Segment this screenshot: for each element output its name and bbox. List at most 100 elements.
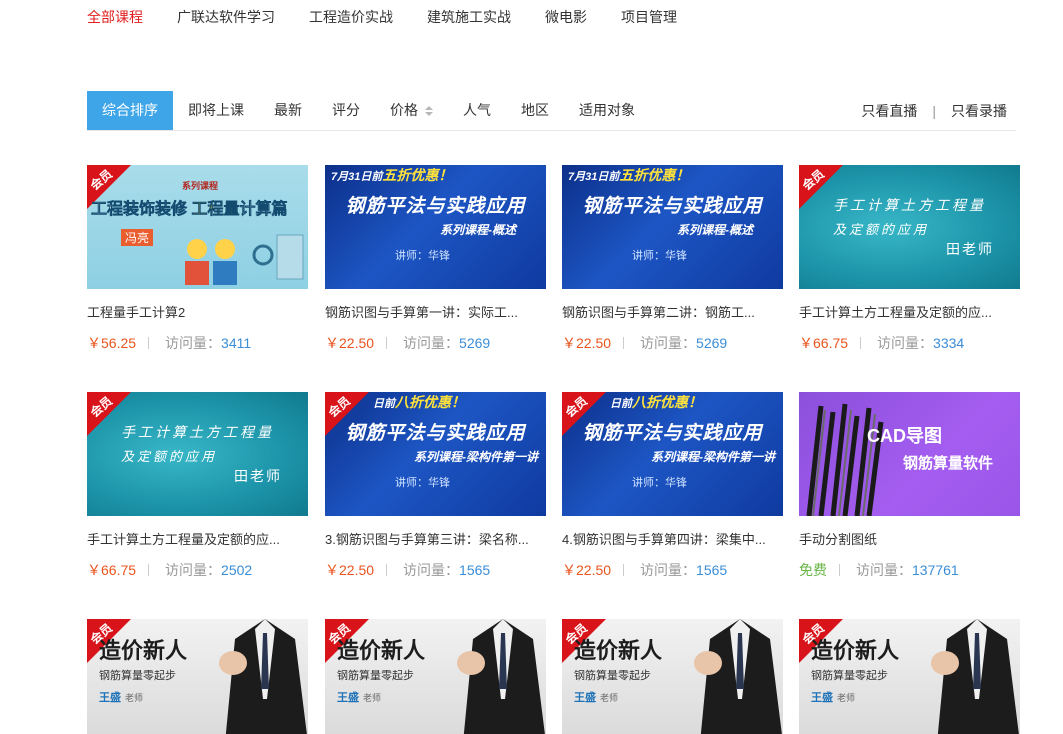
visits-label: 访问量：: [640, 562, 697, 578]
course-thumbnail[interactable]: 会员 手工计算土方工程量 及定额的应用 田老师: [87, 392, 308, 516]
course-thumbnail[interactable]: 日前八折优惠！ 会员 钢筋平法与实践应用 系列课程-梁构件第一讲 讲师：华锋: [562, 392, 783, 516]
thumb-teacher-role: 老师: [600, 693, 619, 703]
course-thumbnail[interactable]: 会员 造价新人 钢筋算量零起步 王盛 老师: [799, 619, 1020, 734]
thumb-teacher-role: 老师: [837, 693, 856, 703]
course-price: ￥66.75: [799, 335, 849, 351]
thumb-title: 钢筋平法与实践应用: [582, 196, 763, 217]
course-card[interactable]: 会员 造价新人 钢筋算量零起步 王盛 老师: [87, 619, 308, 734]
course-title[interactable]: 手工计算土方工程量及定额的应...: [87, 531, 308, 549]
course-card[interactable]: 会员 系列课程 工程装饰装修 工程量计算篇 冯亮 工程量手工计算2 ￥56.25…: [87, 165, 308, 353]
course-title[interactable]: 4.钢筋识图与手算第四讲：梁集中...: [562, 531, 783, 549]
course-thumbnail[interactable]: 会员 造价新人 钢筋算量零起步 王盛 老师: [87, 619, 308, 734]
course-thumbnail[interactable]: 日前八折优惠！ 会员 钢筋平法与实践应用 系列课程-梁构件第一讲 讲师：华锋: [325, 392, 546, 516]
sort-upcoming[interactable]: 即将上课: [173, 91, 259, 130]
course-title[interactable]: 钢筋识图与手算第二讲：钢筋工...: [562, 304, 783, 322]
divider: [148, 337, 150, 349]
thumb-subtitle: 及定额的应用: [833, 222, 930, 237]
thumb-title: 钢筋平法与实践应用: [582, 423, 763, 444]
sort-composite[interactable]: 综合排序: [87, 91, 173, 130]
course-meta: ￥66.75 访问量： 2502: [87, 560, 308, 580]
thumb-title: 手工计算土方工程量: [121, 424, 274, 440]
divider: [839, 564, 840, 576]
course-card[interactable]: 会员 造价新人 钢筋算量零起步 王盛 老师: [799, 619, 1020, 734]
course-title[interactable]: 钢筋识图与手算第一讲：实际工...: [325, 304, 546, 322]
divider: [623, 564, 625, 576]
category-all[interactable]: 全部课程: [87, 8, 143, 28]
thumb-title-part: 计算篇: [239, 201, 288, 219]
category-glodon-software[interactable]: 广联达软件学习: [177, 8, 275, 28]
filter-live-only[interactable]: 只看直播: [861, 101, 917, 121]
course-card[interactable]: 7月31日前五折优惠！ 钢筋平法与实践应用 系列课程-概述 讲师：华锋 钢筋识图…: [562, 165, 783, 353]
promo-date: 7月31日前: [568, 171, 620, 183]
thumb-teacher: 田老师: [234, 468, 282, 484]
course-thumbnail[interactable]: 会员 造价新人 钢筋算量零起步 王盛 老师: [562, 619, 783, 734]
thumb-teacher: 王盛 老师: [811, 689, 855, 705]
thumb-title: 钢筋平法与实践应用: [345, 196, 526, 217]
course-thumbnail[interactable]: 7月31日前五折优惠！ 钢筋平法与实践应用 系列课程-概述 讲师：华锋: [325, 165, 546, 289]
thumb-title: CAD导图: [867, 426, 942, 446]
promo-discount: 五折优惠！: [619, 167, 690, 183]
category-micro-film[interactable]: 微电影: [545, 8, 587, 28]
course-title[interactable]: 工程量手工计算2: [87, 304, 308, 322]
thumb-title-highlight: 工程量: [191, 201, 240, 219]
course-thumbnail[interactable]: CAD导图 钢筋算量软件: [799, 392, 1020, 516]
thumb-title-part: 工程装饰装修: [91, 201, 188, 219]
thumb-subtitle: 系列课程-概述: [677, 223, 753, 237]
course-thumbnail[interactable]: 会员 造价新人 钢筋算量零起步 王盛 老师: [325, 619, 546, 734]
visits-label: 访问量：: [403, 335, 460, 351]
course-title[interactable]: 手工计算土方工程量及定额的应...: [799, 304, 1020, 322]
sort-newest[interactable]: 最新: [259, 91, 317, 130]
sort-price[interactable]: 价格: [375, 91, 448, 130]
divider: [860, 337, 862, 349]
visit-count: 1565: [696, 562, 728, 578]
promo-discount: 八折优惠！: [632, 394, 702, 410]
visit-count: 2502: [221, 562, 253, 578]
course-card[interactable]: 会员 造价新人 钢筋算量零起步 王盛 老师: [325, 619, 546, 734]
course-thumbnail[interactable]: 7月31日前五折优惠！ 钢筋平法与实践应用 系列课程-概述 讲师：华锋: [562, 165, 783, 289]
course-thumbnail[interactable]: 会员 系列课程 工程装饰装修 工程量计算篇 冯亮: [87, 165, 308, 289]
promo-date: 日前: [373, 398, 395, 410]
course-card[interactable]: 日前八折优惠！ 会员 钢筋平法与实践应用 系列课程-梁构件第一讲 讲师：华锋 4…: [562, 392, 783, 580]
promo-discount: 五折优惠！: [382, 167, 453, 183]
sort-arrows-icon: [425, 105, 433, 116]
visits-label: 访问量：: [165, 562, 222, 578]
thumb-title: 造价新人: [574, 638, 663, 663]
course-card[interactable]: 会员 造价新人 钢筋算量零起步 王盛 老师: [562, 619, 783, 734]
course-card[interactable]: 会员 手工计算土方工程量 及定额的应用 田老师 手工计算土方工程量及定额的应..…: [799, 165, 1020, 353]
thumb-subtitle: 钢筋算量零起步: [337, 670, 414, 682]
thumb-subtitle: 系列课程-概述: [440, 223, 516, 237]
promo-date: 日前: [610, 398, 632, 410]
sort-price-label: 价格: [390, 102, 418, 118]
course-price: ￥56.25: [87, 335, 137, 351]
category-project-management[interactable]: 项目管理: [621, 8, 677, 28]
course-card[interactable]: 7月31日前五折优惠！ 钢筋平法与实践应用 系列课程-概述 讲师：华锋 钢筋识图…: [325, 165, 546, 353]
rebar-illustration-icon: [806, 403, 884, 516]
thumb-subtitle: 及定额的应用: [121, 449, 218, 464]
thumb-teacher-name: 王盛: [574, 692, 596, 704]
visits-label: 访问量：: [877, 335, 934, 351]
presenter-illustration-icon: [219, 619, 307, 734]
thumb-teacher-name: 王盛: [811, 692, 833, 704]
sort-popularity[interactable]: 人气: [448, 91, 506, 130]
thumb-teacher-name: 冯亮: [121, 229, 154, 246]
sort-rating[interactable]: 评分: [317, 91, 375, 130]
visit-count: 5269: [696, 335, 728, 351]
thumb-subtitle: 钢筋算量零起步: [99, 670, 176, 682]
course-card[interactable]: 日前八折优惠！ 会员 钢筋平法与实践应用 系列课程-梁构件第一讲 讲师：华锋 3…: [325, 392, 546, 580]
thumb-teacher-role: 老师: [125, 693, 144, 703]
sort-audience[interactable]: 适用对象: [564, 91, 650, 130]
course-thumbnail[interactable]: 会员 手工计算土方工程量 及定额的应用 田老师: [799, 165, 1020, 289]
course-title[interactable]: 手动分割图纸: [799, 531, 1020, 549]
filter-recorded-only[interactable]: 只看录播: [951, 101, 1007, 121]
thumb-subtitle: 系列课程-梁构件第一讲: [651, 450, 775, 464]
thumb-title: 造价新人: [337, 638, 426, 663]
course-card[interactable]: 会员 手工计算土方工程量 及定额的应用 田老师 手工计算土方工程量及定额的应..…: [87, 392, 308, 580]
sort-region[interactable]: 地区: [506, 91, 564, 130]
category-cost-practice[interactable]: 工程造价实战: [309, 8, 393, 28]
category-construction-practice[interactable]: 建筑施工实战: [427, 8, 511, 28]
course-title[interactable]: 3.钢筋识图与手算第三讲：梁名称...: [325, 531, 546, 549]
thumb-teacher: 田老师: [946, 241, 994, 257]
course-card[interactable]: CAD导图 钢筋算量软件 手动分割图纸 免费 访问量： 137761: [799, 392, 1020, 580]
thumb-title: 造价新人: [811, 638, 900, 663]
filter-separator: |: [932, 102, 936, 119]
